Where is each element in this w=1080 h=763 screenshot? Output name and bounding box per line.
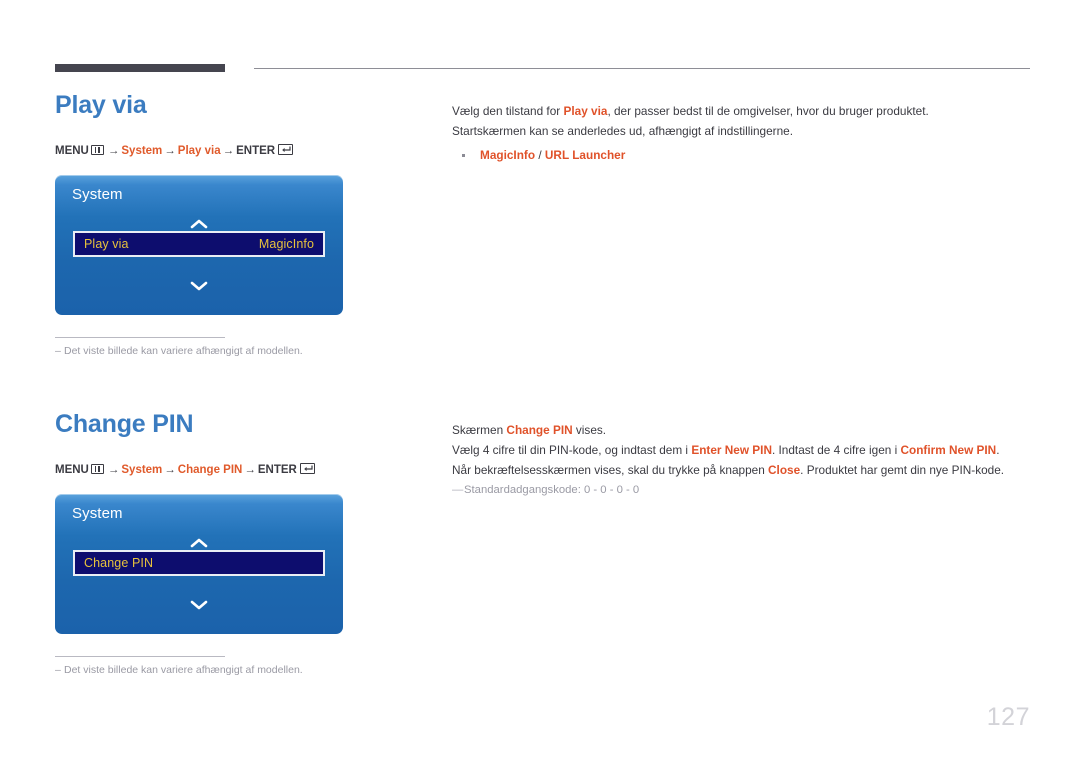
chevron-down-icon[interactable] <box>55 280 343 292</box>
footnote-dash: – <box>55 664 61 676</box>
breadcrumb-arrow-2: → <box>164 144 176 157</box>
enter-return-icon <box>278 143 294 155</box>
breadcrumb-arrow-2: → <box>164 463 176 476</box>
footnote-dash: – <box>55 345 61 357</box>
body-text-2c: . Indtast de 4 cifre igen i <box>771 443 901 457</box>
header-rule-thin <box>254 68 1030 69</box>
footnote: – Det viste billede kan variere afhængigt… <box>55 664 345 678</box>
chevron-down-icon[interactable] <box>55 599 343 611</box>
breadcrumb-crumb-change-pin[interactable]: Change PIN <box>178 464 243 476</box>
breadcrumb-arrow-1: → <box>107 463 120 476</box>
bullet-separator: / <box>535 148 545 162</box>
footnote-rule <box>55 337 225 338</box>
footnote-text: Det viste billede kan variere afhængigt … <box>64 345 303 357</box>
breadcrumb: MENU → System → Play via → ENTER <box>55 143 425 158</box>
body-bullet-item: MagicInfo / URL Launcher <box>452 145 1032 165</box>
breadcrumb-menu-label: MENU <box>55 463 89 476</box>
breadcrumb-arrow-1: → <box>107 144 120 157</box>
body-text-1c: , der passer bedst til de omgivelser, hv… <box>607 104 929 118</box>
breadcrumb-menu-label: MENU <box>55 144 89 157</box>
note-dash: — <box>452 484 464 496</box>
body-text-3a: Når bekræftelsesskærmen vises, skal du t… <box>452 463 769 477</box>
body-accent-enter-new-pin: Enter New PIN <box>691 443 772 457</box>
header-rule <box>55 64 1030 73</box>
breadcrumb-arrow-3: → <box>222 144 235 157</box>
breadcrumb-enter-label: ENTER <box>236 144 276 157</box>
bullet-text-url-launcher: URL Launcher <box>544 148 626 162</box>
footnote-rule <box>55 656 225 657</box>
body-paragraph-2: Startskærmen kan se anderledes ud, afhæn… <box>452 124 793 138</box>
breadcrumb-crumb-play-via[interactable]: Play via <box>178 145 221 157</box>
body-accent-confirm-new-pin: Confirm New PIN <box>900 443 997 457</box>
body-text-1c: vises. <box>572 423 607 437</box>
body-paragraph-1: Skærmen Change PIN vises. <box>452 420 1032 440</box>
section-left-column: Play via MENU → System → Play via → ENTER Syst… <box>55 91 425 359</box>
breadcrumb-crumb-system[interactable]: System <box>121 464 162 476</box>
footnote-block: – Det viste billede kan variere afhængigt… <box>55 656 345 678</box>
footnote: – Det viste billede kan variere afhængigt… <box>55 345 345 359</box>
header-rule-thick <box>55 64 225 72</box>
footnote-block: – Det viste billede kan variere afhængigt… <box>55 337 345 359</box>
bullet-square-icon <box>462 153 465 157</box>
osd-row-value: MagicInfo <box>258 237 314 251</box>
menu-grid-icon <box>90 463 104 474</box>
enter-return-icon <box>299 462 315 474</box>
body-note-default-pin: —Standardadgangskode: 0 - 0 - 0 - 0 <box>452 481 1032 499</box>
page-number: 127 <box>986 703 1030 731</box>
osd-panel-title: System <box>72 186 123 203</box>
section-right-column: Skærmen Change PIN vises. Vælg 4 cifre t… <box>452 420 1032 499</box>
osd-panel-system: System Play via MagicInfo <box>55 175 343 315</box>
body-text-2a: Vælg 4 cifre til din PIN-kode, og indtas… <box>452 443 692 457</box>
body-accent-close: Close <box>768 463 801 477</box>
page-title: Play via <box>55 91 147 119</box>
menu-grid-icon <box>90 144 104 155</box>
note-text: Standardadgangskode: 0 - 0 - 0 - 0 <box>464 484 640 496</box>
body-accent-change-pin: Change PIN <box>506 423 573 437</box>
breadcrumb-crumb-system[interactable]: System <box>121 145 162 157</box>
osd-row-label: Play via <box>84 237 129 251</box>
osd-row-label: Change PIN <box>84 556 154 570</box>
breadcrumb-enter-label: ENTER <box>257 463 297 476</box>
body-text-1a: Skærmen <box>452 423 507 437</box>
body-text-1a: Vælg den tilstand for <box>452 104 564 118</box>
osd-panel-system: System Change PIN <box>55 494 343 634</box>
body-paragraph-2: Vælg 4 cifre til din PIN-kode, og indtas… <box>452 440 1032 460</box>
body-accent-play-via: Play via <box>563 104 608 118</box>
chevron-up-icon[interactable] <box>55 218 343 230</box>
body-paragraph-3: Når bekræftelsesskærmen vises, skal du t… <box>452 460 1032 480</box>
osd-row-selected[interactable]: Change PIN <box>73 550 325 576</box>
body-paragraph-1: Vælg den tilstand for Play via, der pass… <box>452 101 1032 121</box>
section-left-column: Change PIN MENU → System → Change PIN → ENTER … <box>55 410 425 678</box>
osd-panel-title: System <box>72 505 123 522</box>
body-text-3c: . Produktet har gemt din nye PIN-kode. <box>800 463 1005 477</box>
section-right-column: Vælg den tilstand for Play via, der pass… <box>452 101 1032 165</box>
breadcrumb: MENU → System → Change PIN → ENTER <box>55 462 425 477</box>
osd-row-selected[interactable]: Play via MagicInfo <box>73 231 325 257</box>
page-title: Change PIN <box>55 410 194 438</box>
footnote-text: Det viste billede kan variere afhængigt … <box>64 664 303 676</box>
chevron-up-icon[interactable] <box>55 537 343 549</box>
bullet-text-magicinfo: MagicInfo <box>480 148 536 162</box>
breadcrumb-arrow-3: → <box>244 463 256 476</box>
body-text-2e: . <box>996 443 1000 457</box>
